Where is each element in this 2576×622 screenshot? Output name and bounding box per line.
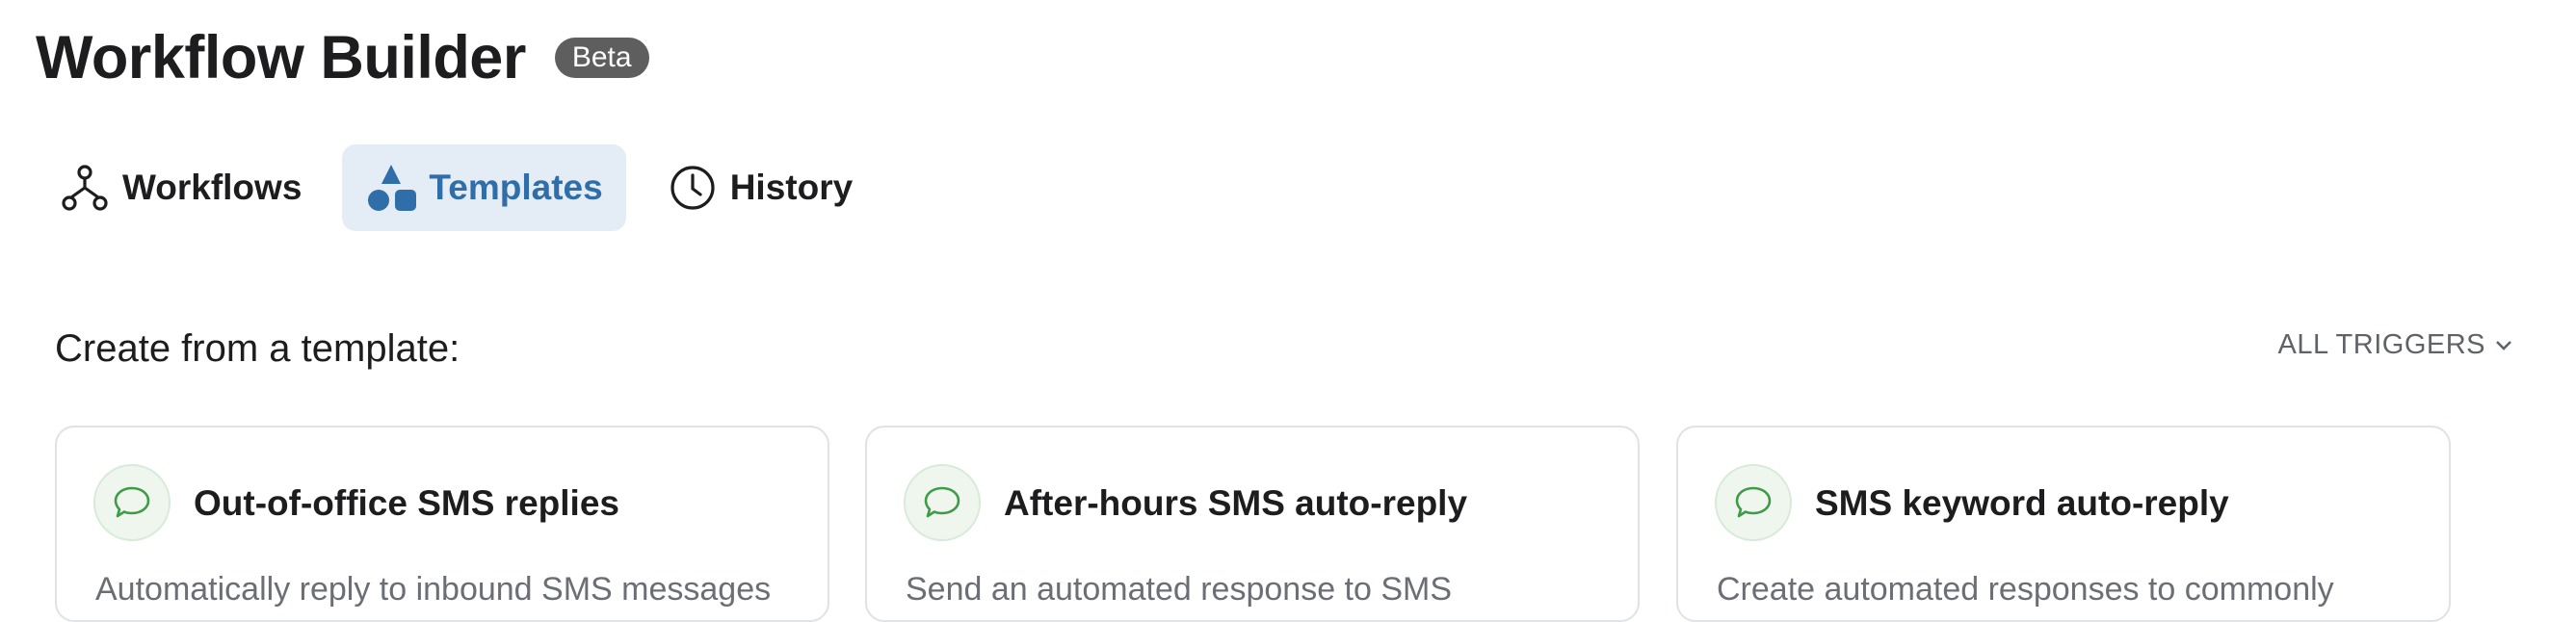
card-title: Out-of-office SMS replies xyxy=(194,483,619,523)
beta-badge: Beta xyxy=(554,38,649,78)
tab-history-label: History xyxy=(729,168,854,207)
workflow-icon xyxy=(59,162,111,214)
tab-templates[interactable]: Templates xyxy=(342,144,626,231)
clock-icon xyxy=(667,162,719,214)
tab-workflows[interactable]: Workflows xyxy=(36,144,325,231)
card-description: Send an automated response to SMS xyxy=(906,571,1453,608)
template-card-out-of-office[interactable]: Out-of-office SMS replies Automatically … xyxy=(55,426,829,622)
template-card-after-hours[interactable]: After-hours SMS auto-reply Send an autom… xyxy=(865,426,1640,622)
card-title: SMS keyword auto-reply xyxy=(1815,483,2229,523)
tab-templates-label: Templates xyxy=(429,168,603,207)
chat-bubble-icon xyxy=(904,464,981,541)
chat-bubble-icon xyxy=(93,464,171,541)
chevron-down-icon xyxy=(2496,340,2511,350)
chat-bubble-icon xyxy=(1715,464,1792,541)
tab-bar: Workflows Templates History xyxy=(36,144,893,231)
tab-workflows-label: Workflows xyxy=(122,168,302,207)
section-label: Create from a template: xyxy=(55,327,460,370)
tab-history[interactable]: History xyxy=(644,144,876,231)
card-description: Create automated responses to commonly xyxy=(1717,571,2334,608)
template-card-keyword[interactable]: SMS keyword auto-reply Create automated … xyxy=(1676,426,2451,622)
card-description: Automatically reply to inbound SMS messa… xyxy=(95,571,772,608)
page-header: Workflow Builder Beta xyxy=(36,21,649,94)
card-title: After-hours SMS auto-reply xyxy=(1004,483,1468,523)
page-title: Workflow Builder xyxy=(36,24,526,91)
triggers-filter-dropdown[interactable]: ALL TRIGGERS xyxy=(2277,329,2512,361)
filter-label: ALL TRIGGERS xyxy=(2277,329,2485,360)
templates-shapes-icon xyxy=(365,162,417,214)
